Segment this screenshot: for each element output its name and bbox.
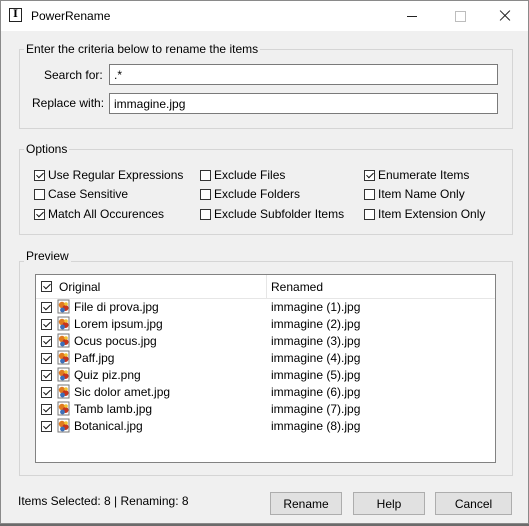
checkbox-box[interactable] bbox=[364, 208, 375, 220]
image-file-icon bbox=[57, 299, 70, 314]
minimize-button[interactable] bbox=[389, 1, 435, 31]
close-button[interactable] bbox=[482, 1, 528, 31]
table-row[interactable]: Lorem ipsum.jpg immagine (2).jpg bbox=[36, 316, 495, 333]
status-text: Items Selected: 8 | Renaming: 8 bbox=[18, 494, 189, 508]
renamed-name: immagine (4).jpg bbox=[271, 351, 361, 365]
option-label: Exclude Subfolder Items bbox=[214, 207, 345, 221]
column-divider[interactable] bbox=[266, 275, 267, 298]
original-name: Sic dolor amet.jpg bbox=[74, 385, 171, 399]
option-label: Use Regular Expressions bbox=[48, 168, 184, 182]
renamed-name: immagine (5).jpg bbox=[271, 368, 361, 382]
option-label: Item Name Only bbox=[378, 187, 465, 201]
table-row[interactable]: Sic dolor amet.jpg immagine (6).jpg bbox=[36, 384, 495, 401]
checkbox-box[interactable] bbox=[200, 208, 211, 220]
checkbox-box[interactable] bbox=[200, 188, 211, 200]
checkbox-box[interactable] bbox=[364, 169, 375, 181]
image-file-icon bbox=[57, 418, 70, 433]
criteria-group bbox=[19, 49, 513, 129]
column-renamed[interactable]: Renamed bbox=[271, 280, 323, 294]
exclude-subfolder-items-checkbox[interactable]: Exclude Subfolder Items bbox=[200, 207, 344, 221]
row-checkbox[interactable] bbox=[41, 336, 52, 347]
match-all-occurences-checkbox[interactable]: Match All Occurences bbox=[34, 207, 164, 221]
table-row[interactable]: Ocus pocus.jpg immagine (3).jpg bbox=[36, 333, 495, 350]
select-all-checkbox[interactable] bbox=[41, 281, 52, 292]
row-checkbox[interactable] bbox=[41, 387, 52, 398]
replace-input[interactable] bbox=[109, 93, 498, 114]
row-checkbox[interactable] bbox=[41, 302, 52, 313]
checkbox-box[interactable] bbox=[200, 169, 211, 181]
row-checkbox[interactable] bbox=[41, 370, 52, 381]
criteria-group-title: Enter the criteria below to rename the i… bbox=[24, 42, 261, 56]
renamed-name: immagine (8).jpg bbox=[271, 419, 361, 433]
option-label: Match All Occurences bbox=[48, 207, 165, 221]
original-name: Quiz piz.png bbox=[74, 368, 141, 382]
table-row[interactable]: Botanical.jpg immagine (8).jpg bbox=[36, 418, 495, 435]
image-file-icon bbox=[57, 350, 70, 365]
help-button[interactable]: Help bbox=[353, 492, 425, 515]
original-name: Lorem ipsum.jpg bbox=[74, 317, 163, 331]
renamed-name: immagine (7).jpg bbox=[271, 402, 361, 416]
preview-column-header: Original Renamed bbox=[36, 275, 495, 299]
row-checkbox[interactable] bbox=[41, 319, 52, 330]
table-row[interactable]: Tamb lamb.jpg immagine (7).jpg bbox=[36, 401, 495, 418]
options-group-title: Options bbox=[24, 142, 70, 156]
search-input[interactable] bbox=[109, 64, 498, 85]
item-name-only-checkbox[interactable]: Item Name Only bbox=[364, 187, 465, 201]
image-file-icon bbox=[57, 367, 70, 382]
original-name: Paff.jpg bbox=[74, 351, 115, 365]
option-label: Enumerate Items bbox=[378, 168, 470, 182]
powerrename-icon: I bbox=[9, 8, 22, 22]
use-regex-checkbox[interactable]: Use Regular Expressions bbox=[34, 168, 183, 182]
checkbox-box[interactable] bbox=[34, 169, 45, 181]
image-file-icon bbox=[57, 401, 70, 416]
cancel-button[interactable]: Cancel bbox=[435, 492, 512, 515]
image-file-icon bbox=[57, 384, 70, 399]
replace-label: Replace with: bbox=[32, 96, 105, 110]
row-checkbox[interactable] bbox=[41, 404, 52, 415]
item-extension-only-checkbox[interactable]: Item Extension Only bbox=[364, 207, 485, 221]
column-original[interactable]: Original bbox=[59, 280, 100, 294]
powerrename-window: I PowerRename Enter the criteria below t… bbox=[0, 0, 529, 524]
option-label: Item Extension Only bbox=[378, 207, 486, 221]
image-file-icon bbox=[57, 333, 70, 348]
row-checkbox[interactable] bbox=[41, 421, 52, 432]
table-row[interactable]: File di prova.jpg immagine (1).jpg bbox=[36, 299, 495, 316]
image-file-icon bbox=[57, 316, 70, 331]
table-row[interactable]: Quiz piz.png immagine (5).jpg bbox=[36, 367, 495, 384]
option-label: Exclude Folders bbox=[214, 187, 301, 201]
renamed-name: immagine (6).jpg bbox=[271, 385, 361, 399]
option-label: Case Sensitive bbox=[48, 187, 129, 201]
case-sensitive-checkbox[interactable]: Case Sensitive bbox=[34, 187, 128, 201]
exclude-folders-checkbox[interactable]: Exclude Folders bbox=[200, 187, 300, 201]
preview-group-title: Preview bbox=[24, 249, 71, 263]
rename-button[interactable]: Rename bbox=[270, 492, 342, 515]
checkbox-box[interactable] bbox=[34, 188, 45, 200]
original-name: Botanical.jpg bbox=[74, 419, 143, 433]
exclude-files-checkbox[interactable]: Exclude Files bbox=[200, 168, 285, 182]
original-name: File di prova.jpg bbox=[74, 300, 159, 314]
renamed-name: immagine (3).jpg bbox=[271, 334, 361, 348]
renamed-name: immagine (1).jpg bbox=[271, 300, 361, 314]
window-title: PowerRename bbox=[31, 9, 111, 23]
original-name: Tamb lamb.jpg bbox=[74, 402, 153, 416]
renamed-name: immagine (2).jpg bbox=[271, 317, 361, 331]
checkbox-box[interactable] bbox=[34, 208, 45, 220]
option-label: Exclude Files bbox=[214, 168, 286, 182]
preview-list[interactable]: Original Renamed File di prova.jpg immagi… bbox=[35, 274, 496, 463]
checkbox-box[interactable] bbox=[364, 188, 375, 200]
enumerate-items-checkbox[interactable]: Enumerate Items bbox=[364, 168, 469, 182]
title-bar[interactable]: I PowerRename bbox=[1, 1, 528, 31]
original-name: Ocus pocus.jpg bbox=[74, 334, 157, 348]
table-row[interactable]: Paff.jpg immagine (4).jpg bbox=[36, 350, 495, 367]
search-label: Search for: bbox=[44, 68, 103, 82]
maximize-button bbox=[437, 1, 483, 31]
row-checkbox[interactable] bbox=[41, 353, 52, 364]
